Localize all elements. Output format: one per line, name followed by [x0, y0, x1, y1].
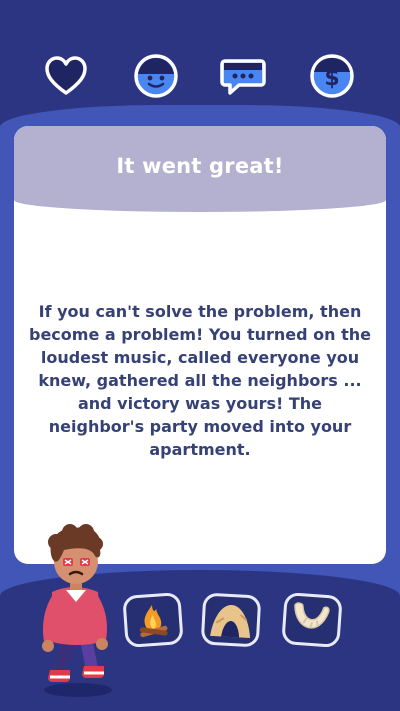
svg-text:$: $	[324, 66, 339, 91]
cave-button[interactable]	[200, 592, 262, 648]
card-header: It went great!	[14, 126, 386, 212]
cave-icon	[210, 605, 251, 639]
card-title: It went great!	[116, 154, 284, 178]
campfire-icon	[139, 605, 168, 638]
face-icon[interactable]	[132, 52, 180, 100]
heart-icon[interactable]	[42, 52, 90, 100]
horn-icon	[294, 602, 330, 629]
card-text: If you can't solve the problem, then bec…	[28, 301, 371, 459]
dollar-icon[interactable]: $	[308, 52, 356, 100]
character-avatar	[30, 520, 130, 700]
chat-icon[interactable]	[219, 52, 267, 100]
horn-button[interactable]	[281, 592, 343, 648]
campfire-button[interactable]	[122, 592, 184, 648]
card-body: If you can't solve the problem, then bec…	[14, 212, 386, 564]
stats-bar: $	[0, 52, 400, 102]
result-card: It went great! If you can't solve the pr…	[14, 126, 386, 564]
